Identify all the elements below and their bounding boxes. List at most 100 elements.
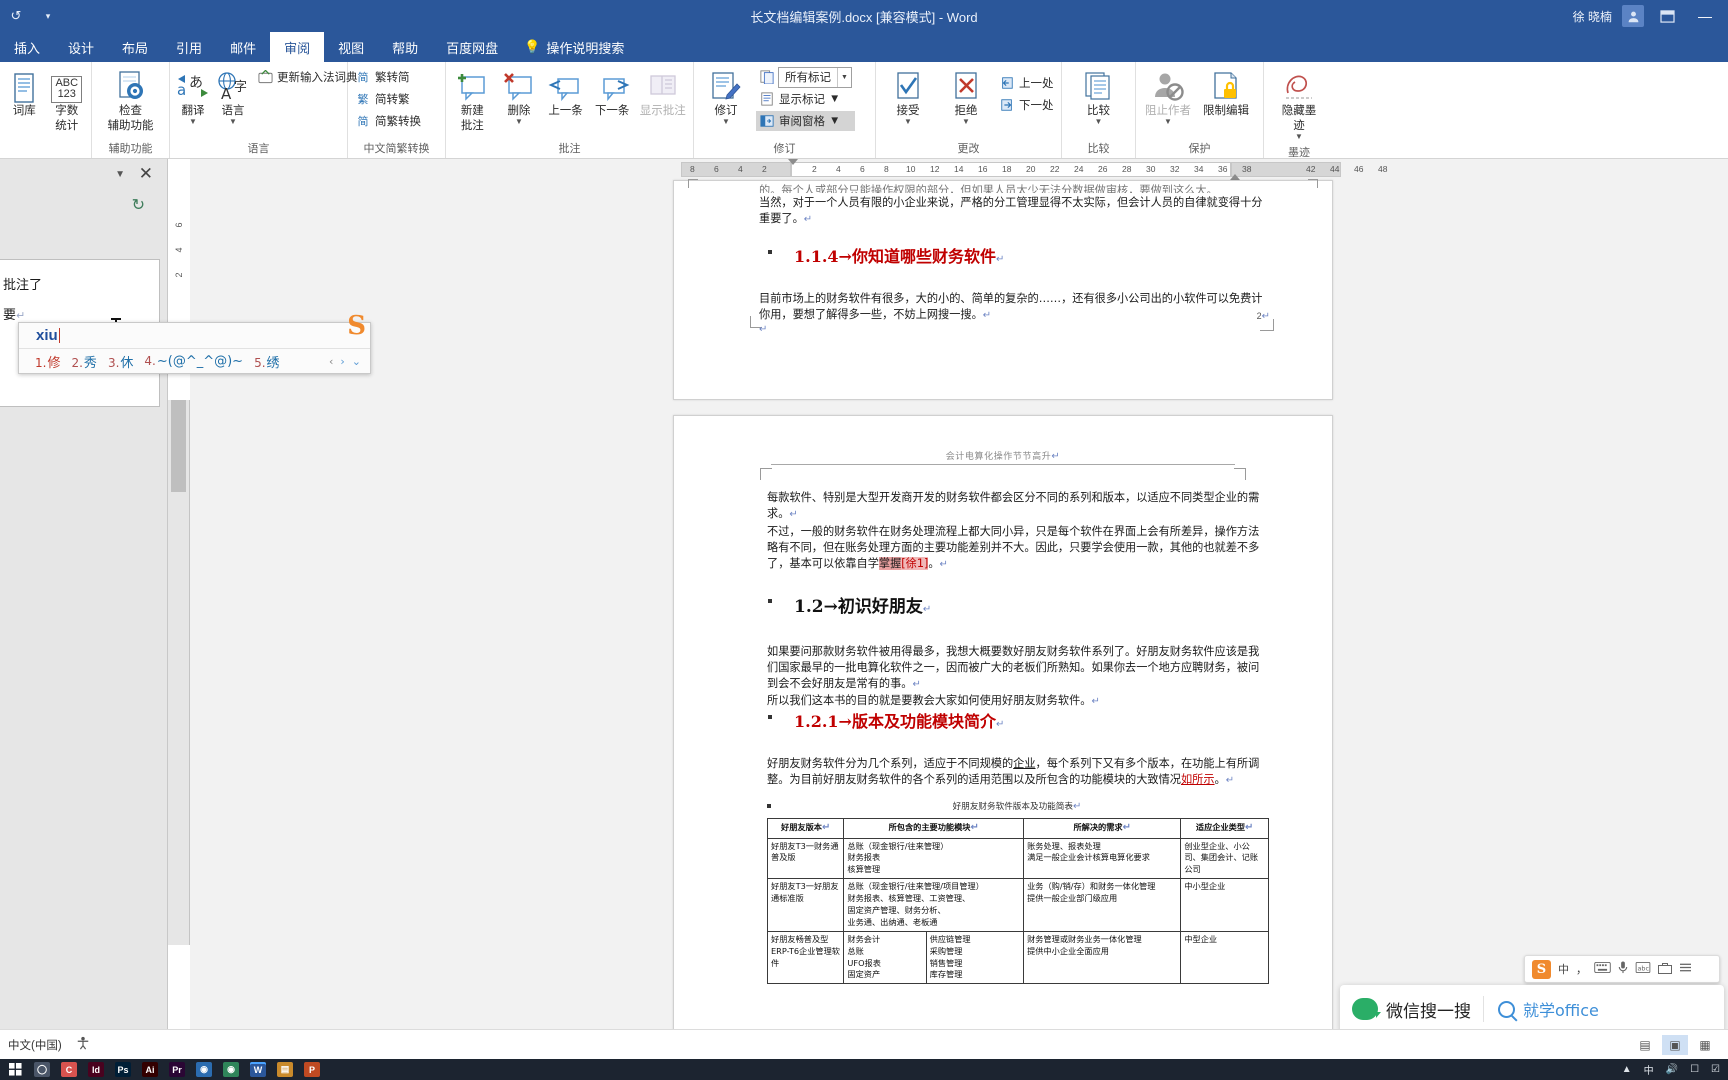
- ime-mode-chinese[interactable]: 中: [1558, 961, 1569, 977]
- thesaurus-button[interactable]: 词库: [4, 65, 45, 120]
- document-page-1[interactable]: 的。每个人或部分只能操作权限的部分，但如果人员太少无法分数据做审核，要做到这么大…: [673, 179, 1333, 400]
- wechat-search-field[interactable]: 就学office: [1484, 997, 1613, 1021]
- toolbox-icon[interactable]: [1658, 962, 1672, 977]
- punctuation-icon[interactable]: ，: [1576, 961, 1587, 977]
- taskbar-item-chrome[interactable]: C: [61, 1062, 77, 1077]
- ime-candidate-1[interactable]: 1. 修: [35, 352, 60, 371]
- chevron-down-icon[interactable]: ▼: [115, 169, 125, 180]
- delete-comment-button[interactable]: 删除 ▼: [497, 65, 542, 128]
- vertical-ruler[interactable]: 6 4 2: [168, 223, 190, 945]
- tab-view[interactable]: 视图: [324, 32, 378, 62]
- track-changes-button[interactable]: 修订 ▼: [698, 65, 754, 128]
- horizontal-ruler[interactable]: 86 42 24 68 10 12 14 16 18 20 22 24 26 28 30 3…: [190, 159, 1728, 180]
- prev-page-icon[interactable]: ‹: [329, 355, 333, 368]
- next-page-icon[interactable]: ›: [340, 355, 344, 368]
- next-change-button[interactable]: 下一处: [996, 95, 1057, 115]
- menu-icon[interactable]: [1679, 962, 1692, 976]
- read-mode-view-button[interactable]: ▤: [1632, 1035, 1658, 1055]
- wechat-search-bar[interactable]: 微信搜一搜 就学office: [1340, 985, 1724, 1033]
- check-accessibility-button[interactable]: 检查 辅助功能: [98, 65, 164, 135]
- chevron-down-icon[interactable]: ▼: [722, 117, 730, 126]
- sogou-logo-icon[interactable]: S: [1532, 959, 1551, 979]
- windows-start-icon[interactable]: [0, 1063, 30, 1076]
- taskbar-item-photoshop[interactable]: Ps: [115, 1062, 131, 1077]
- taskbar-item-browser[interactable]: ◉: [223, 1062, 239, 1077]
- tab-layout[interactable]: 布局: [108, 32, 162, 62]
- wechat-brand[interactable]: 微信搜一搜: [1340, 997, 1483, 1022]
- refresh-icon[interactable]: ↻: [132, 195, 145, 215]
- taskbar-item-premiere[interactable]: Pr: [169, 1062, 185, 1077]
- user-avatar-icon[interactable]: [1622, 5, 1644, 27]
- tab-baidu-netdisk[interactable]: 百度网盘: [432, 32, 512, 62]
- update-ime-dictionary-button[interactable]: 更新输入法词典: [254, 67, 361, 87]
- tab-references[interactable]: 引用: [162, 32, 216, 62]
- chevron-down-icon[interactable]: ▼: [229, 117, 237, 126]
- web-layout-view-button[interactable]: ▦: [1692, 1035, 1718, 1055]
- language-button[interactable]: A 字 语言 ▼: [214, 65, 252, 128]
- pinyin-icon[interactable]: abc: [1635, 962, 1651, 976]
- document-page-2[interactable]: 会计电算化操作节节高升↵ 每款软件、特别是大型开发商开发的财务软件都会区分不同的…: [673, 415, 1333, 1029]
- new-comment-button[interactable]: 新建 批注: [450, 65, 495, 135]
- print-layout-view-button[interactable]: ▣: [1662, 1034, 1688, 1055]
- ime-composition-input[interactable]: xiu: [19, 323, 370, 349]
- ime-candidate-4[interactable]: 4. ~(@^_^@)~: [144, 354, 243, 369]
- taskbar-item-illustrator[interactable]: Ai: [142, 1062, 158, 1077]
- first-line-indent-marker[interactable]: [788, 159, 798, 165]
- taskbar-item-indesign[interactable]: Id: [88, 1062, 104, 1077]
- save-icon[interactable]: ↺: [6, 6, 26, 26]
- ime-candidate-5[interactable]: 5. 绣: [254, 352, 279, 371]
- tab-design[interactable]: 设计: [54, 32, 108, 62]
- tray-action-center-icon[interactable]: ☑: [1711, 1064, 1720, 1075]
- language-indicator[interactable]: 中文(中国): [8, 1037, 62, 1053]
- sogou-ime-toolbar[interactable]: S 中 ， abc: [1524, 955, 1720, 983]
- display-for-review-row[interactable]: 所有标记 ▼: [756, 66, 855, 88]
- chevron-down-icon[interactable]: ▼: [515, 117, 523, 126]
- accessibility-check-icon[interactable]: [76, 1036, 90, 1053]
- reviewing-pane-button[interactable]: 审阅窗格 ▼: [756, 111, 855, 131]
- previous-change-button[interactable]: 上一处: [996, 73, 1057, 93]
- expand-icon[interactable]: ⌄: [352, 355, 361, 368]
- traditional-to-simplified-button[interactable]: 简 繁转简: [352, 67, 424, 87]
- translate-button[interactable]: a あ 翻译 ▼: [174, 65, 212, 128]
- taskbar-item-search[interactable]: ◯: [34, 1062, 50, 1077]
- previous-comment-button[interactable]: 上一条: [543, 65, 588, 120]
- tab-help[interactable]: 帮助: [378, 32, 432, 62]
- tray-network-icon[interactable]: ☐: [1690, 1064, 1699, 1075]
- chevron-down-icon[interactable]: ▼: [189, 117, 197, 126]
- tell-me-search[interactable]: 💡 操作说明搜索: [512, 32, 636, 62]
- tray-ime-indicator[interactable]: 中: [1644, 1062, 1654, 1077]
- hide-ink-button[interactable]: 隐藏墨 迹 ▼: [1271, 65, 1327, 144]
- next-comment-button[interactable]: 下一条: [590, 65, 635, 120]
- ime-candidate-3[interactable]: 3. 休: [108, 352, 133, 371]
- reject-change-button[interactable]: 拒绝 ▼: [938, 65, 994, 128]
- chevron-down-icon[interactable]: ▾: [38, 6, 58, 26]
- chevron-down-icon[interactable]: ▼: [962, 117, 970, 126]
- keyboard-icon[interactable]: [1594, 962, 1611, 976]
- document-canvas[interactable]: 86 42 24 68 10 12 14 16 18 20 22 24 26 28 30 3…: [190, 159, 1728, 1029]
- chevron-down-icon[interactable]: ▼: [1295, 132, 1303, 141]
- ime-candidate-window[interactable]: S xiu 1. 修 2. 秀 3. 休 4. ~(@^_^@)~ 5. 绣 ‹ › ⌄: [18, 311, 371, 374]
- chevron-down-icon[interactable]: ▼: [829, 93, 840, 105]
- chevron-down-icon[interactable]: ▼: [829, 115, 840, 127]
- simplified-to-traditional-button[interactable]: 繁 简转繁: [352, 89, 424, 109]
- tray-volume-icon[interactable]: 🔊: [1666, 1064, 1678, 1075]
- word-count-button[interactable]: ABC 123 字数 统计: [47, 65, 88, 135]
- taskbar-item-powerpoint[interactable]: P: [304, 1062, 320, 1077]
- minimize-button[interactable]: —: [1690, 3, 1720, 29]
- simplified-traditional-convert-button[interactable]: 简 简繁转换: [352, 111, 424, 131]
- compare-documents-button[interactable]: 比较 ▼: [1071, 65, 1127, 128]
- tab-insert[interactable]: 插入: [0, 32, 54, 62]
- ribbon-display-options-icon[interactable]: [1654, 5, 1680, 27]
- ime-candidate-2[interactable]: 2. 秀: [71, 352, 96, 371]
- tab-review[interactable]: 审阅: [270, 32, 325, 62]
- accept-change-button[interactable]: 接受 ▼: [880, 65, 936, 128]
- microphone-icon[interactable]: [1618, 961, 1628, 977]
- display-for-review-combo[interactable]: 所有标记 ▼: [778, 66, 852, 88]
- show-markup-button[interactable]: 显示标记 ▼: [756, 89, 855, 109]
- chevron-down-icon[interactable]: ▼: [837, 67, 851, 87]
- chevron-down-icon[interactable]: ▼: [1095, 117, 1103, 126]
- taskbar-item-word[interactable]: W: [250, 1062, 266, 1077]
- close-icon[interactable]: ✕: [139, 164, 153, 184]
- page2-data-table[interactable]: 好朋友版本↵ 所包含的主要功能模块↵ 所解决的需求↵ 适应企业类型↵ 好朋友T3…: [766, 818, 1269, 985]
- tab-mailings[interactable]: 邮件: [216, 32, 270, 62]
